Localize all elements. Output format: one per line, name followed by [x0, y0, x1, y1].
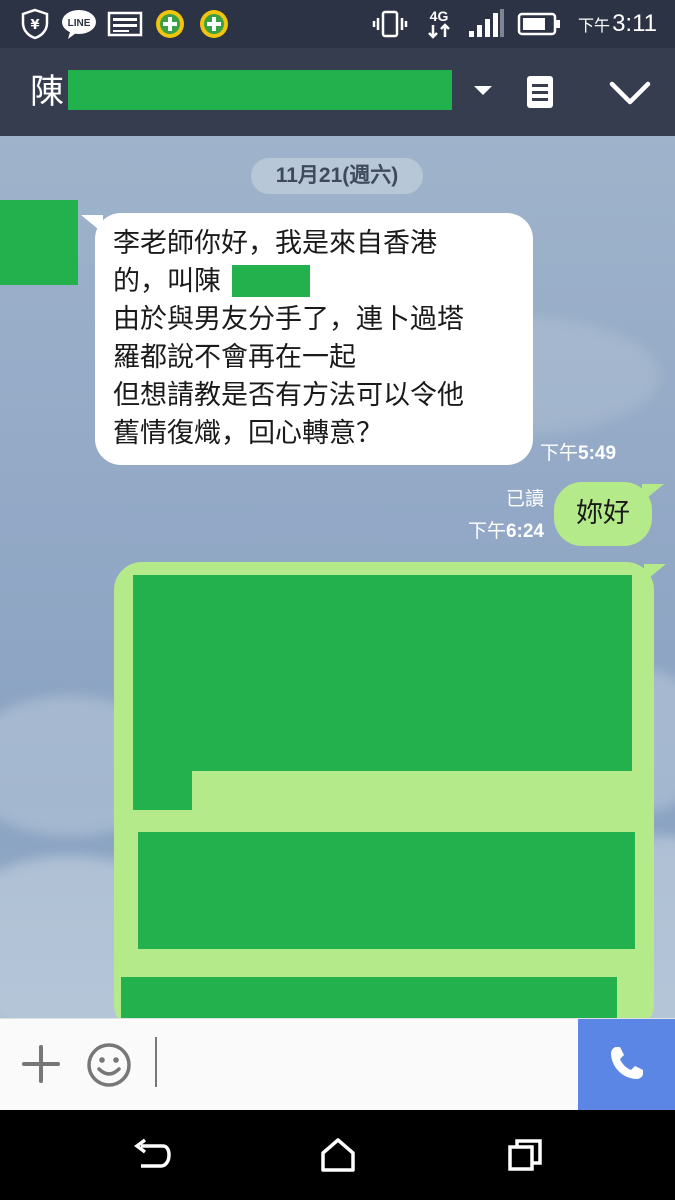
- redacted-name: [232, 265, 310, 297]
- notes-icon[interactable]: [524, 74, 556, 110]
- message-input-bar: [0, 1018, 675, 1111]
- contact-name[interactable]: 陳: [30, 70, 64, 114]
- call-button[interactable]: [578, 1019, 675, 1111]
- back-icon[interactable]: [126, 1132, 176, 1178]
- incoming-message-bubble[interactable]: 李老師你好，我是來自香港 的，叫陳由於與男友分手了，連卜過塔 羅都說不會再在一起但想…: [81, 213, 533, 465]
- phone-call-icon: [607, 1043, 647, 1087]
- green-plus-icon: [152, 8, 188, 40]
- network-label: 4G: [429, 8, 449, 24]
- chevron-down-icon[interactable]: [608, 78, 652, 108]
- image-notification-icon: [106, 8, 144, 40]
- message-timestamp: 下午6:24: [444, 516, 544, 543]
- home-icon[interactable]: [313, 1132, 363, 1178]
- message-input[interactable]: [160, 1033, 564, 1095]
- signal-icon: [466, 8, 506, 40]
- message-text: 李老師你好，我是來自香港 的，叫陳由於與男友分手了，連卜過塔 羅都說不會再在一起但想…: [113, 225, 523, 453]
- line-app-icon: LINE: [60, 8, 98, 40]
- message-line: 李老師你好，我是來自香港: [113, 228, 437, 259]
- system-nav-bar: [0, 1110, 675, 1200]
- status-time-prefix: 下午: [578, 18, 611, 35]
- message-line: 羅都說不會再在一起: [113, 342, 356, 373]
- message-timestamp: 下午5:49: [540, 438, 632, 465]
- timestamp-prefix: 下午: [540, 443, 579, 464]
- dropdown-arrow-icon[interactable]: [470, 80, 496, 100]
- line-badge-text: LINE: [68, 18, 91, 29]
- plus-icon[interactable]: [20, 1043, 62, 1085]
- emoji-icon[interactable]: [85, 1041, 133, 1089]
- battery-icon: [516, 8, 562, 40]
- message-line: 由於與男友分手了，連卜過塔: [113, 304, 464, 335]
- chat-area[interactable]: 11月21(週六) 李老師你好，我是來自香港 的，叫陳由於與男友分手了，連卜過塔羅…: [0, 136, 675, 1018]
- chat-header: 陳: [0, 48, 675, 136]
- redacted-text-block: [133, 575, 632, 771]
- redacted-text-block: [121, 977, 617, 1018]
- status-time-value: 3:11: [612, 10, 657, 37]
- status-bar: ¥ LINE 4G 下午3:11: [0, 0, 675, 48]
- timestamp-value: 5:49: [578, 443, 617, 464]
- status-time: 下午3:11: [578, 8, 657, 40]
- timestamp-value: 6:24: [505, 521, 544, 542]
- network-4g-indicator: 4G: [422, 8, 456, 40]
- recents-icon[interactable]: [500, 1132, 550, 1178]
- avatar[interactable]: [0, 200, 78, 285]
- message-text: 妳好: [576, 498, 630, 529]
- svg-text:¥: ¥: [30, 18, 39, 33]
- message-line: 但想請教是否有方法可以令他: [113, 380, 464, 411]
- text-cursor: [155, 1037, 157, 1087]
- green-plus-icon: [196, 8, 232, 40]
- read-receipt: 已讀: [505, 489, 544, 510]
- redacted-text-block: [133, 771, 192, 810]
- bubble-tail: [644, 564, 666, 582]
- bubble-tail: [81, 215, 103, 233]
- message-line: 舊情復熾，回心轉意？: [113, 418, 383, 449]
- date-divider: 11月21(週六): [251, 158, 423, 194]
- outgoing-message-bubble[interactable]: [114, 562, 666, 1018]
- redacted-text-block: [138, 832, 635, 949]
- redacted-contact-name: [68, 70, 452, 110]
- vibrate-icon: [370, 8, 410, 40]
- shield-yen-icon: ¥: [18, 8, 52, 40]
- timestamp-prefix: 下午: [467, 521, 506, 542]
- outgoing-message-bubble[interactable]: 妳好: [554, 482, 664, 546]
- message-line: 的，叫陳: [113, 266, 221, 297]
